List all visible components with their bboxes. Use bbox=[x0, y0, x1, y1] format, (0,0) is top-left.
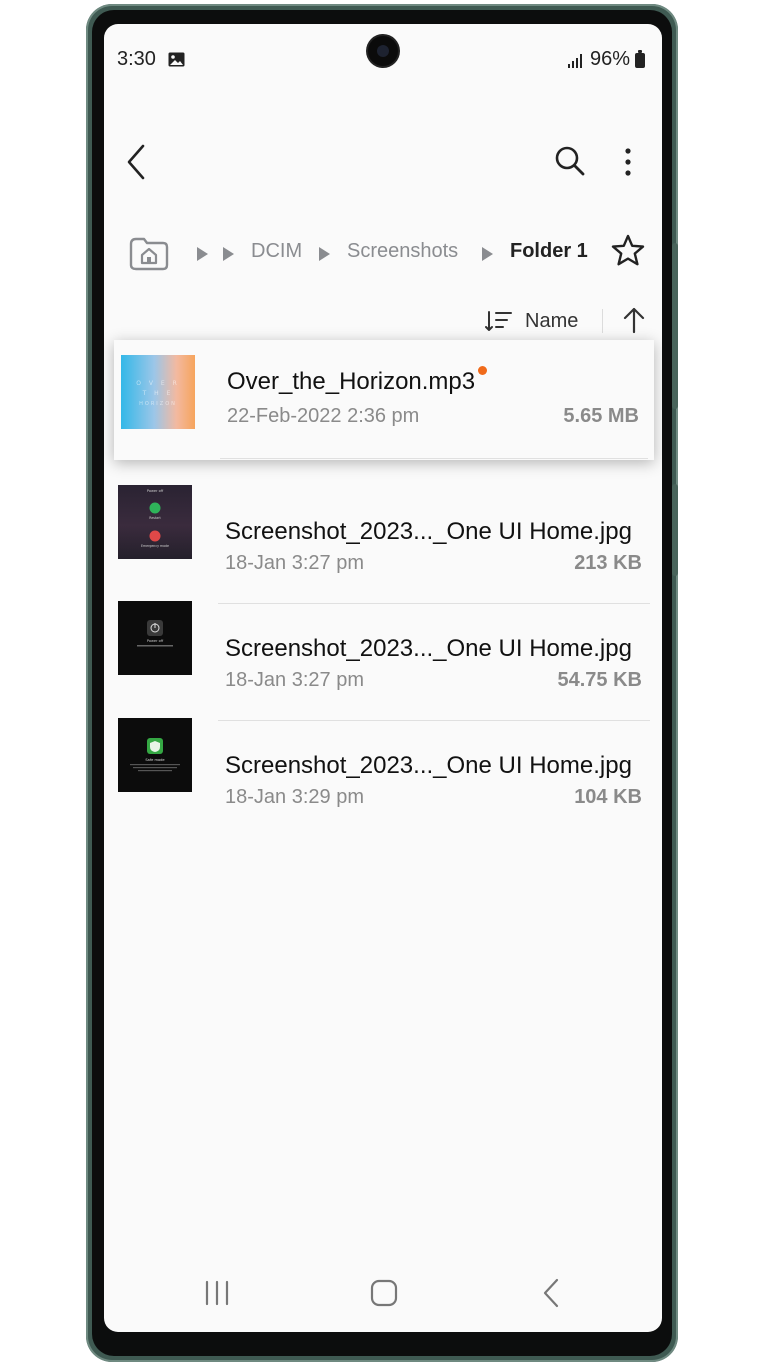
search-icon[interactable] bbox=[554, 145, 586, 177]
sort-divider bbox=[602, 309, 603, 333]
arrow-up-icon[interactable] bbox=[623, 306, 645, 334]
battery-percent: 96% bbox=[590, 48, 631, 70]
breadcrumb-item-screenshots[interactable]: Screenshots bbox=[347, 240, 458, 263]
power-button bbox=[672, 484, 678, 576]
safe-mode-thumbnail: Safe mode bbox=[118, 718, 192, 792]
file-list-item[interactable]: O V E R T H E HORIZON Over_the_Horizon.m… bbox=[114, 340, 654, 460]
file-list-item[interactable]: Power off Screenshot_2023..._One UI Home… bbox=[104, 593, 662, 721]
power-menu-thumbnail: Power off Restart Emergency mode bbox=[118, 485, 192, 559]
file-name: Over_the_Horizon.mp3 bbox=[227, 368, 476, 395]
sort-lines-icon[interactable] bbox=[485, 310, 513, 332]
breadcrumb-separator-icon bbox=[197, 247, 208, 261]
volume-button bbox=[672, 243, 678, 409]
sort-by-name-button[interactable]: Name bbox=[525, 310, 578, 333]
divider bbox=[220, 458, 648, 459]
navigation-bar bbox=[104, 1268, 662, 1318]
svg-text:Power off: Power off bbox=[147, 489, 164, 493]
power-off-mini-ui: Power off bbox=[137, 620, 173, 647]
breadcrumb-separator-icon bbox=[223, 247, 234, 261]
svg-text:Power off: Power off bbox=[147, 639, 164, 643]
album-art-thumbnail: O V E R T H E HORIZON bbox=[121, 355, 195, 429]
file-size: 54.75 KB bbox=[557, 669, 643, 691]
svg-text:T H E: T H E bbox=[142, 390, 174, 397]
file-name: Screenshot_2023..._One UI Home.jpg bbox=[225, 752, 632, 779]
sort-bar: Name bbox=[104, 304, 662, 340]
star-outline-icon[interactable] bbox=[610, 233, 646, 269]
file-name: Screenshot_2023..._One UI Home.jpg bbox=[225, 518, 632, 545]
back-chevron-icon[interactable] bbox=[124, 142, 150, 182]
power-off-thumbnail: Power off bbox=[118, 601, 192, 675]
status-time: 3:30 bbox=[117, 48, 156, 70]
battery-icon bbox=[635, 50, 645, 68]
svg-text:Safe mode: Safe mode bbox=[145, 758, 165, 762]
breadcrumb-item-current: Folder 1 bbox=[510, 240, 588, 262]
svg-text:HORIZON: HORIZON bbox=[139, 401, 177, 407]
album-art-lettering: O V E R T H E HORIZON bbox=[136, 380, 180, 407]
file-list-item[interactable]: Safe mode Screenshot_2023..._One UI Home… bbox=[104, 710, 662, 826]
safe-mode-mini-ui: Safe mode bbox=[130, 738, 180, 772]
file-name: Screenshot_2023..._One UI Home.jpg bbox=[225, 635, 632, 662]
new-badge-dot bbox=[478, 366, 487, 375]
breadcrumb: DCIM Screenshots Folder 1 bbox=[104, 229, 662, 279]
svg-text:Emergency mode: Emergency mode bbox=[141, 544, 169, 548]
home-folder-icon[interactable] bbox=[128, 235, 170, 271]
svg-text:O V E R: O V E R bbox=[136, 380, 180, 387]
front-camera bbox=[368, 36, 398, 66]
file-list-item[interactable]: Power off Restart Emergency mode Screens… bbox=[104, 476, 662, 604]
file-size: 213 KB bbox=[574, 552, 642, 574]
file-date: 18-Jan 3:29 pm bbox=[225, 786, 364, 808]
breadcrumb-separator-icon bbox=[482, 247, 493, 261]
file-size: 5.65 MB bbox=[563, 405, 639, 427]
screen: 3:30 96% DCIM Screenshots Folder 1 Name … bbox=[104, 24, 662, 1332]
file-date: 22-Feb-2022 2:36 pm bbox=[227, 405, 420, 427]
power-menu-mini-ui: Power off Restart Emergency mode bbox=[141, 489, 169, 548]
file-date: 18-Jan 3:27 pm bbox=[225, 669, 364, 691]
breadcrumb-separator-icon bbox=[319, 247, 330, 261]
file-date: 18-Jan 3:27 pm bbox=[225, 552, 364, 574]
recent-apps-icon[interactable] bbox=[204, 1280, 230, 1306]
breadcrumb-item-dcim[interactable]: DCIM bbox=[251, 240, 302, 263]
back-icon[interactable] bbox=[542, 1278, 560, 1308]
file-size: 104 KB bbox=[574, 786, 642, 808]
svg-text:Restart: Restart bbox=[149, 516, 161, 520]
home-icon[interactable] bbox=[370, 1279, 398, 1307]
more-vertical-icon[interactable] bbox=[622, 146, 634, 178]
signal-icon bbox=[568, 54, 582, 68]
gallery-notification-icon bbox=[168, 52, 185, 67]
